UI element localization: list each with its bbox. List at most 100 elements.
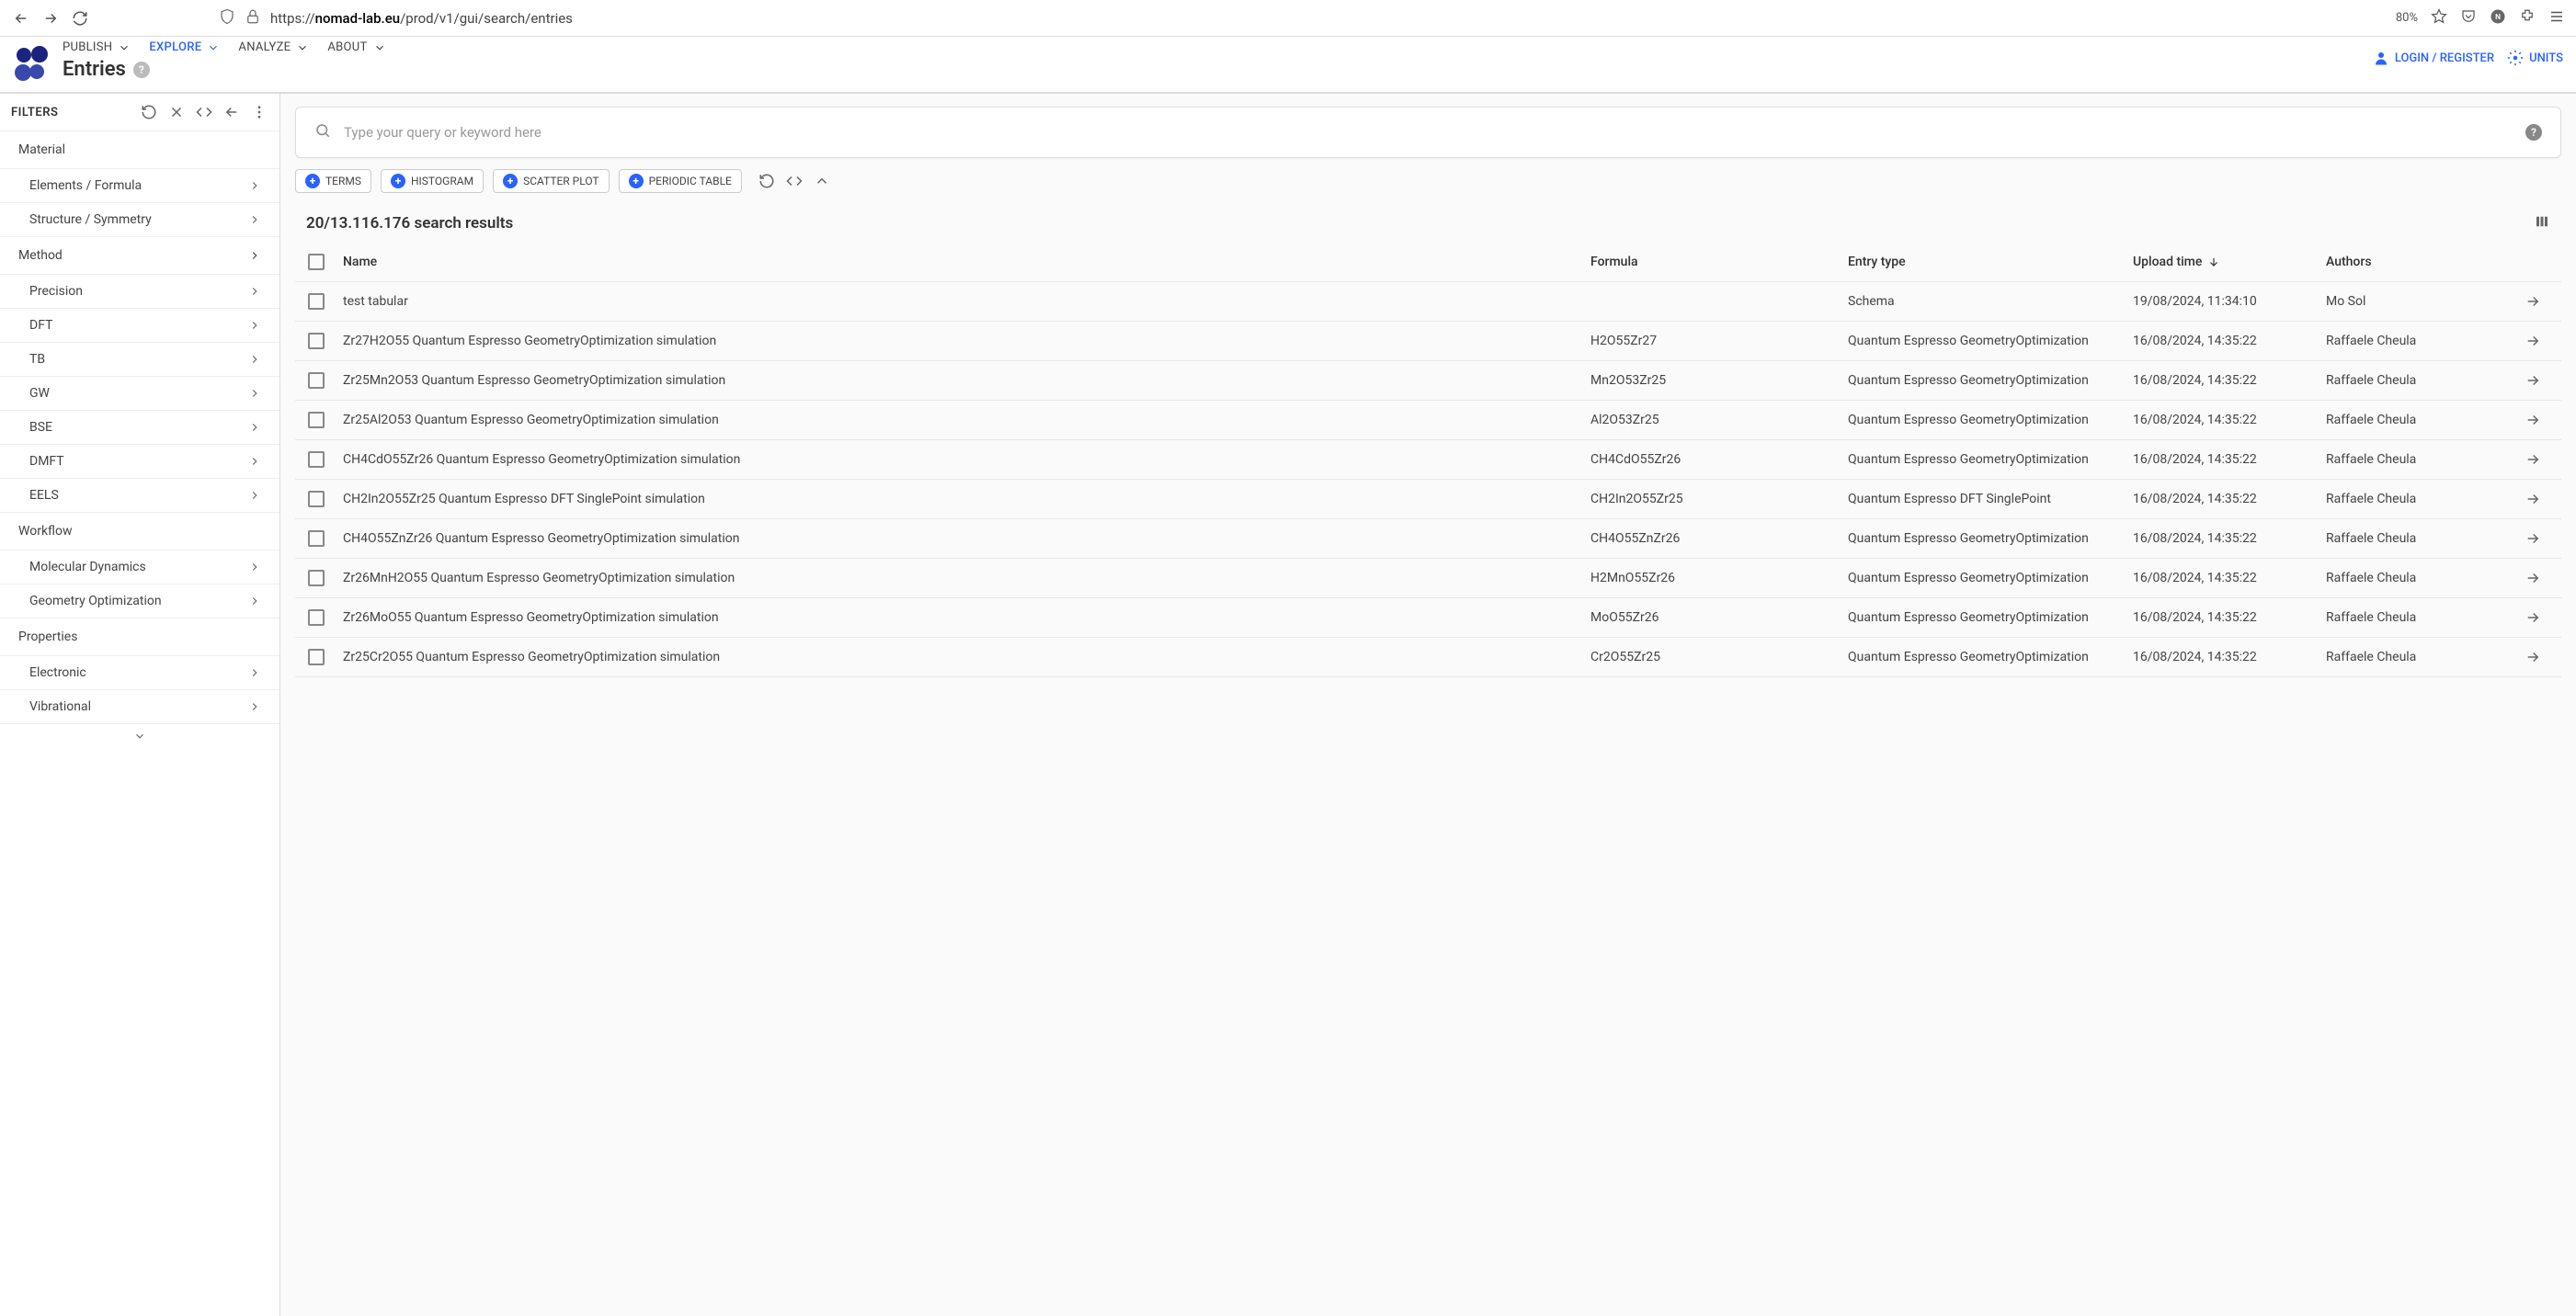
table-row[interactable]: Zr25Al2O53 Quantum Espresso GeometryOpti… <box>295 401 2561 440</box>
more-icon[interactable] <box>250 103 268 121</box>
units-button[interactable]: UNITS <box>2507 50 2563 66</box>
nav-analyze[interactable]: ANALYZE <box>238 40 309 54</box>
column-authors[interactable]: Authors <box>2326 255 2510 269</box>
extensions-icon[interactable] <box>2519 8 2536 28</box>
table-row[interactable]: Zr25Mn2O53 Quantum Espresso GeometryOpti… <box>295 361 2561 401</box>
table-row[interactable]: CH2In2O55Zr25 Quantum Espresso DFT Singl… <box>295 480 2561 519</box>
row-open-icon[interactable] <box>2510 570 2556 586</box>
table-row[interactable]: test tabularSchema19/08/2024, 11:34:10Mo… <box>295 282 2561 322</box>
reset-icon[interactable] <box>140 103 158 121</box>
chips-collapse-icon[interactable] <box>814 173 830 189</box>
shield-icon[interactable] <box>219 8 235 28</box>
zoom-level[interactable]: 80% <box>2396 11 2418 25</box>
row-checkbox[interactable] <box>308 412 325 428</box>
filter-item[interactable]: Electronic <box>0 656 279 690</box>
code-icon[interactable] <box>195 103 213 121</box>
row-open-icon[interactable] <box>2510 412 2556 428</box>
nav-about[interactable]: ABOUT <box>327 40 385 54</box>
filter-item[interactable]: DMFT <box>0 445 279 479</box>
filter-category[interactable]: Material <box>0 131 279 169</box>
chips-reset-icon[interactable] <box>758 173 775 189</box>
row-checkbox[interactable] <box>308 293 325 310</box>
chip-terms[interactable]: +TERMS <box>295 169 371 193</box>
row-checkbox[interactable] <box>308 372 325 389</box>
column-formula[interactable]: Formula <box>1590 255 1848 269</box>
row-open-icon[interactable] <box>2510 293 2556 310</box>
nav-publish[interactable]: PUBLISH <box>63 40 131 54</box>
cell-entry-type: Schema <box>1848 294 2133 309</box>
row-open-icon[interactable] <box>2510 333 2556 349</box>
chips-code-icon[interactable] <box>786 173 803 189</box>
row-open-icon[interactable] <box>2510 372 2556 389</box>
row-checkbox[interactable] <box>308 530 325 547</box>
row-checkbox[interactable] <box>308 649 325 665</box>
cell-name: Zr26MoO55 Quantum Espresso GeometryOptim… <box>343 610 1590 625</box>
search-help-icon[interactable]: ? <box>2525 124 2542 141</box>
select-all-checkbox[interactable] <box>308 254 325 270</box>
lock-icon[interactable] <box>245 8 261 28</box>
table-row[interactable]: CH4O55ZnZr26 Quantum Espresso GeometryOp… <box>295 519 2561 559</box>
table-row[interactable]: Zr26MnH2O55 Quantum Espresso GeometryOpt… <box>295 559 2561 598</box>
filter-item[interactable]: EELS <box>0 479 279 513</box>
column-upload-time[interactable]: Upload time <box>2133 255 2326 269</box>
url-bar[interactable]: https://nomad-lab.eu/prod/v1/gui/search/… <box>270 10 573 27</box>
filter-item[interactable]: BSE <box>0 411 279 445</box>
plus-icon: + <box>305 174 320 188</box>
nav-menu: PUBLISH EXPLORE ANALYZE ABOUT <box>63 40 2373 54</box>
row-checkbox[interactable] <box>308 451 325 468</box>
search-icon <box>314 122 331 142</box>
filter-item[interactable]: Elements / Formula <box>0 169 279 203</box>
bookmark-icon[interactable] <box>2431 8 2447 28</box>
filter-item[interactable]: Structure / Symmetry <box>0 203 279 237</box>
nav-explore[interactable]: EXPLORE <box>149 40 220 54</box>
reload-button[interactable] <box>70 8 90 28</box>
close-icon[interactable] <box>167 103 186 121</box>
logo[interactable] <box>13 46 50 83</box>
row-checkbox[interactable] <box>308 491 325 507</box>
cell-formula: CH2In2O55Zr25 <box>1590 492 1848 506</box>
cell-authors: Raffaele Cheula <box>2326 452 2510 467</box>
table-row[interactable]: Zr26MoO55 Quantum Espresso GeometryOptim… <box>295 598 2561 638</box>
filter-category[interactable]: Properties <box>0 618 279 656</box>
menu-icon[interactable] <box>2548 8 2565 28</box>
row-open-icon[interactable] <box>2510 609 2556 626</box>
cell-upload-time: 16/08/2024, 14:35:22 <box>2133 492 2326 506</box>
chip-periodic-table[interactable]: +PERIODIC TABLE <box>619 169 742 193</box>
table-row[interactable]: CH4CdO55Zr26 Quantum Espresso GeometryOp… <box>295 440 2561 480</box>
expand-down-icon[interactable] <box>133 730 146 746</box>
forward-button[interactable] <box>40 8 61 28</box>
filter-item[interactable]: Vibrational <box>0 690 279 724</box>
cell-upload-time: 16/08/2024, 14:35:22 <box>2133 571 2326 585</box>
filter-category[interactable]: Method <box>0 237 279 275</box>
filter-item[interactable]: GW <box>0 377 279 411</box>
account-icon[interactable]: N <box>2490 8 2506 28</box>
back-button[interactable] <box>11 8 31 28</box>
row-open-icon[interactable] <box>2510 649 2556 665</box>
help-icon[interactable]: ? <box>133 62 150 78</box>
filter-item[interactable]: Precision <box>0 275 279 309</box>
cell-upload-time: 16/08/2024, 14:35:22 <box>2133 373 2326 388</box>
login-button[interactable]: LOGIN / REGISTER <box>2373 50 2494 66</box>
row-open-icon[interactable] <box>2510 451 2556 468</box>
row-checkbox[interactable] <box>308 609 325 626</box>
row-checkbox[interactable] <box>308 570 325 586</box>
table-row[interactable]: Zr27H2O55 Quantum Espresso GeometryOptim… <box>295 322 2561 361</box>
row-open-icon[interactable] <box>2510 530 2556 547</box>
column-name[interactable]: Name <box>343 255 1590 269</box>
filter-item[interactable]: DFT <box>0 309 279 343</box>
search-input[interactable] <box>344 124 2513 141</box>
collapse-icon[interactable] <box>222 103 241 121</box>
filter-category[interactable]: Workflow <box>0 513 279 550</box>
column-entry-type[interactable]: Entry type <box>1848 255 2133 269</box>
table-header: Name Formula Entry type Upload time Auth… <box>295 243 2561 282</box>
row-open-icon[interactable] <box>2510 491 2556 507</box>
chip-scatter-plot[interactable]: +SCATTER PLOT <box>493 169 610 193</box>
table-row[interactable]: Zr25Cr2O55 Quantum Espresso GeometryOpti… <box>295 638 2561 677</box>
columns-icon[interactable] <box>2534 213 2550 233</box>
filter-item[interactable]: Molecular Dynamics <box>0 550 279 584</box>
filter-item[interactable]: TB <box>0 343 279 377</box>
row-checkbox[interactable] <box>308 333 325 349</box>
pocket-icon[interactable] <box>2460 8 2477 28</box>
filter-item[interactable]: Geometry Optimization <box>0 584 279 618</box>
chip-histogram[interactable]: +HISTOGRAM <box>381 169 484 193</box>
